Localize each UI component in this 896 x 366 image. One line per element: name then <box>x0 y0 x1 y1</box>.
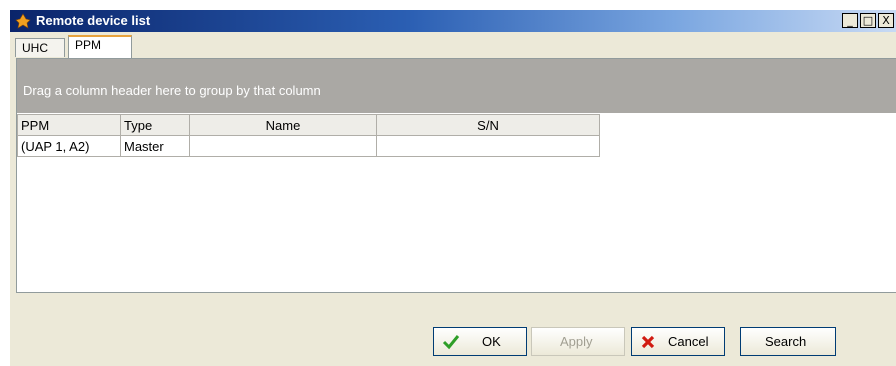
cancel-x-icon <box>641 335 655 349</box>
table-header-row: PPM Type Name S/N <box>17 114 600 136</box>
device-grid-panel: Drag a column header here to group by th… <box>16 58 896 293</box>
checkmark-icon <box>442 335 460 350</box>
cancel-button[interactable]: Cancel <box>631 327 725 356</box>
apply-button-label: Apply <box>560 334 593 349</box>
cell-ppm[interactable]: (UAP 1, A2) <box>17 135 121 157</box>
cell-sn[interactable] <box>376 135 600 157</box>
column-header-type[interactable]: Type <box>120 114 190 136</box>
close-button[interactable]: X <box>878 13 894 28</box>
apply-button[interactable]: Apply <box>531 327 625 356</box>
minimize-button[interactable]: _ <box>842 13 858 28</box>
window-title: Remote device list <box>36 13 151 28</box>
table-row[interactable]: (UAP 1, A2) Master <box>17 135 600 157</box>
cell-name[interactable] <box>189 135 377 157</box>
group-by-area[interactable]: Drag a column header here to group by th… <box>17 59 896 113</box>
ok-button[interactable]: OK <box>433 327 527 356</box>
tab-ppm[interactable]: PPM <box>68 35 132 58</box>
cancel-button-label: Cancel <box>668 334 709 349</box>
search-button-label: Search <box>765 334 807 349</box>
column-header-name[interactable]: Name <box>189 114 377 136</box>
column-header-sn[interactable]: S/N <box>376 114 600 136</box>
group-by-hint: Drag a column header here to group by th… <box>23 83 321 98</box>
title-bar[interactable]: Remote device list _ □ X <box>10 10 896 32</box>
tab-strip: UHC PPM <box>10 32 896 58</box>
maximize-button[interactable]: □ <box>860 13 876 28</box>
column-header-ppm[interactable]: PPM <box>17 114 121 136</box>
app-icon <box>15 13 31 29</box>
search-button[interactable]: Search <box>740 327 836 356</box>
tab-uhc[interactable]: UHC <box>15 38 65 57</box>
device-table: PPM Type Name S/N (UAP 1, A2) Master <box>17 114 600 157</box>
ok-button-label: OK <box>482 334 501 349</box>
remote-device-list-window: Remote device list _ □ X UHC PPM Drag a … <box>10 10 896 366</box>
cell-type[interactable]: Master <box>120 135 190 157</box>
